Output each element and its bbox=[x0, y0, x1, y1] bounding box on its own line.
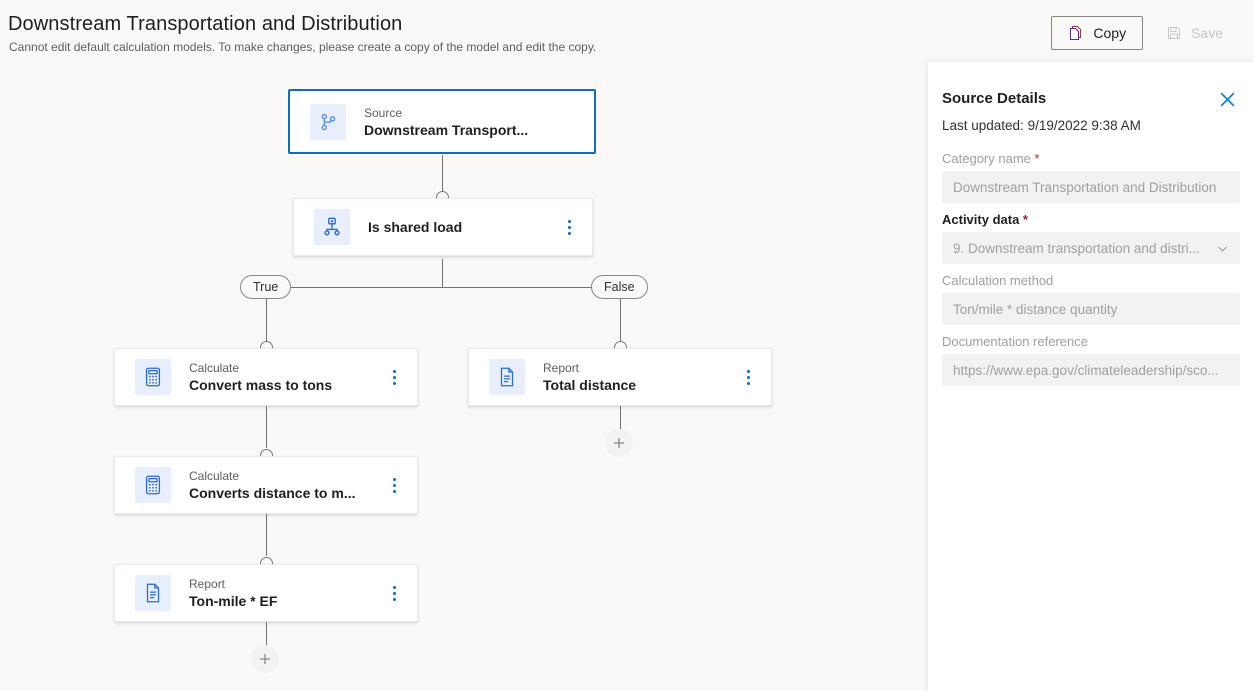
save-button-label: Save bbox=[1191, 25, 1223, 41]
last-updated-text: Last updated: 9/19/2022 9:38 AM bbox=[942, 118, 1141, 133]
connector-calc1-to-calc2 bbox=[266, 406, 267, 448]
flow-node-condition-name: Is shared load bbox=[368, 219, 463, 235]
flow-node-source-kind: Source bbox=[364, 105, 403, 120]
documentation-reference-input[interactable]: https://www.epa.gov/climateleadership/sc… bbox=[942, 354, 1240, 386]
flow-node-source-text: Source Downstream Transport... bbox=[364, 105, 528, 139]
required-marker: * bbox=[1019, 212, 1028, 227]
field-activity-data: Activity data * 9. Downstream transporta… bbox=[942, 212, 1240, 264]
flow-node-calculate-convert-distance-kind: Calculate bbox=[189, 469, 240, 483]
flow-node-report-ton-mile-kind: Report bbox=[189, 577, 226, 591]
field-calculation-method-label: Calculation method bbox=[942, 273, 1054, 288]
connector-branch-horizontal bbox=[266, 287, 620, 288]
connector-condition-out bbox=[442, 259, 443, 287]
field-documentation-reference: Documentation reference https://www.epa.… bbox=[942, 334, 1240, 386]
flow-node-calculate-convert-mass-name: Convert mass to tons bbox=[189, 377, 333, 393]
calculation-method-value: Ton/mile * distance quantity bbox=[953, 301, 1118, 317]
flow-node-report-ton-mile-menu-button[interactable] bbox=[385, 582, 403, 604]
flow-node-calculate-convert-mass-text: Calculate Convert mass to tons bbox=[189, 360, 332, 394]
branch-label-false: False bbox=[591, 275, 648, 299]
connector-false-down bbox=[620, 299, 621, 344]
flow-node-source-name: Downstream Transport... bbox=[364, 121, 529, 138]
copy-icon bbox=[1068, 25, 1084, 41]
flow-node-report-ton-mile[interactable]: Report Ton-mile * EF bbox=[114, 564, 418, 622]
save-button[interactable]: Save bbox=[1149, 16, 1240, 50]
connector-true-down bbox=[266, 299, 267, 344]
required-marker: * bbox=[1030, 151, 1040, 166]
flow-node-report-total-distance-name: Total distance bbox=[543, 377, 637, 393]
connector-calc2-to-report2 bbox=[266, 514, 267, 556]
add-step-button-true-branch[interactable] bbox=[251, 645, 279, 673]
field-activity-data-label: Activity data * bbox=[942, 212, 1028, 227]
header-toolbar: Copy Save bbox=[1051, 16, 1240, 50]
documentation-reference-value: https://www.epa.gov/climateleadership/sc… bbox=[953, 362, 1219, 378]
activity-data-value: 9. Downstream transportation and distri.… bbox=[953, 240, 1200, 256]
panel-title: Source Details bbox=[942, 90, 1047, 107]
save-icon bbox=[1166, 25, 1182, 41]
flow-node-source[interactable]: Source Downstream Transport... bbox=[288, 89, 596, 154]
copy-button-label: Copy bbox=[1093, 25, 1127, 41]
flow-canvas[interactable]: True False Source Downstream Transport..… bbox=[0, 62, 928, 691]
field-documentation-reference-label: Documentation reference bbox=[942, 334, 1088, 349]
flow-node-calculate-convert-mass[interactable]: Calculate Convert mass to tons bbox=[114, 348, 418, 406]
calculator-icon bbox=[135, 359, 171, 395]
flow-node-calculate-convert-mass-kind: Calculate bbox=[189, 361, 240, 375]
decision-icon bbox=[314, 209, 350, 245]
calculator-icon bbox=[135, 467, 171, 503]
flow-node-report-total-distance-menu-button[interactable] bbox=[739, 366, 757, 388]
flow-node-report-total-distance-text: Report Total distance bbox=[543, 360, 636, 394]
activity-data-dropdown[interactable]: 9. Downstream transportation and distri.… bbox=[942, 232, 1240, 264]
document-icon bbox=[135, 575, 171, 611]
connector-source-to-condition bbox=[442, 155, 443, 194]
page-title: Downstream Transportation and Distributi… bbox=[8, 13, 403, 35]
field-category-name-label: Category name * bbox=[942, 151, 1040, 166]
flow-node-report-total-distance[interactable]: Report Total distance bbox=[468, 348, 772, 406]
flow-node-report-ton-mile-text: Report Ton-mile * EF bbox=[189, 576, 277, 610]
add-step-button-false-branch[interactable] bbox=[605, 429, 633, 457]
flow-node-condition-text: Is shared load bbox=[368, 218, 462, 236]
category-name-value: Downstream Transportation and Distributi… bbox=[953, 179, 1217, 195]
branch-label-true: True bbox=[240, 275, 292, 299]
page-header: Downstream Transportation and Distributi… bbox=[0, 0, 1254, 62]
copy-button[interactable]: Copy bbox=[1051, 16, 1144, 50]
calculation-method-input[interactable]: Ton/mile * distance quantity bbox=[942, 293, 1240, 325]
flow-node-condition-menu-button[interactable] bbox=[560, 216, 578, 238]
flow-node-calculate-convert-distance-menu-button[interactable] bbox=[385, 474, 403, 496]
field-category-name: Category name * Downstream Transportatio… bbox=[942, 151, 1240, 203]
chevron-down-icon bbox=[1208, 242, 1229, 255]
flow-node-calculate-convert-distance-name: Converts distance to m... bbox=[189, 485, 356, 501]
branch-source-icon bbox=[310, 103, 346, 140]
flow-node-condition[interactable]: Is shared load bbox=[293, 198, 593, 256]
flow-node-report-total-distance-kind: Report bbox=[543, 361, 580, 375]
category-name-input[interactable]: Downstream Transportation and Distributi… bbox=[942, 171, 1240, 203]
source-details-panel: Source Details Last updated: 9/19/2022 9… bbox=[928, 62, 1254, 691]
flow-node-calculate-convert-distance[interactable]: Calculate Converts distance to m... bbox=[114, 456, 418, 514]
flow-node-report-ton-mile-name: Ton-mile * EF bbox=[189, 593, 278, 609]
page-subtitle: Cannot edit default calculation models. … bbox=[9, 40, 597, 54]
flow-node-calculate-convert-distance-text: Calculate Converts distance to m... bbox=[189, 468, 355, 502]
flow-node-calculate-convert-mass-menu-button[interactable] bbox=[385, 366, 403, 388]
document-icon bbox=[489, 359, 525, 395]
close-icon[interactable] bbox=[1214, 86, 1240, 112]
field-calculation-method: Calculation method Ton/mile * distance q… bbox=[942, 273, 1240, 325]
